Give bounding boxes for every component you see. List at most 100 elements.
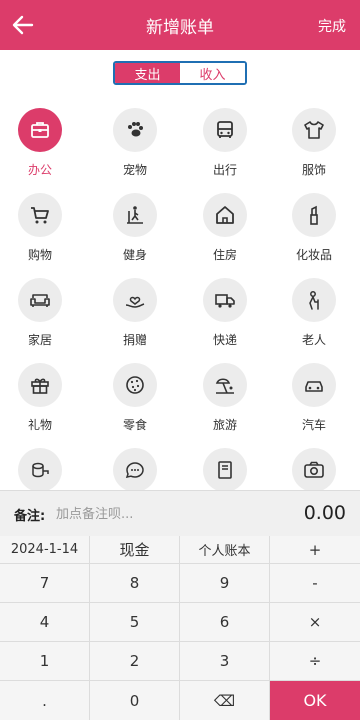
arrow-left-icon — [12, 15, 34, 35]
category-icon-wrap — [113, 448, 157, 490]
category-chat[interactable] — [95, 448, 175, 490]
page-title: 新增账单 — [146, 17, 214, 38]
lipstick-icon — [310, 205, 318, 225]
beach-icon — [215, 378, 234, 394]
bus-icon — [217, 121, 233, 138]
heart-hand-icon — [125, 296, 145, 308]
key-1[interactable]: 1 — [0, 642, 90, 681]
category-car[interactable]: 汽车 — [274, 363, 354, 433]
category-tape[interactable] — [0, 448, 80, 490]
category-tourism[interactable]: 旅游 — [185, 363, 265, 433]
key-9[interactable]: 9 — [180, 564, 270, 603]
category-snacks[interactable]: 零食 — [95, 363, 175, 433]
category-pet[interactable]: 宠物 — [95, 108, 175, 178]
category-housing[interactable]: 住房 — [185, 193, 265, 263]
account-key[interactable]: 现金 — [90, 536, 180, 564]
gift-icon — [31, 378, 49, 394]
dot-key[interactable]: . — [0, 681, 90, 720]
category-donation[interactable]: 捐赠 — [95, 278, 175, 348]
category-label: 零食 — [122, 418, 147, 432]
key-4[interactable]: 4 — [0, 603, 90, 642]
app-header: 新增账单 完成 — [0, 0, 360, 50]
category-icon-wrap — [292, 193, 336, 237]
treadmill-icon — [127, 206, 143, 224]
ok-button[interactable]: OK — [270, 681, 360, 720]
key-2[interactable]: 2 — [90, 642, 180, 681]
category-label: 健身 — [122, 248, 147, 262]
key-8[interactable]: 8 — [90, 564, 180, 603]
minus-key[interactable]: - — [270, 564, 360, 603]
category-office[interactable]: 办公 — [0, 108, 80, 178]
note-bar: 备注: 0.00 — [0, 490, 360, 536]
category-label: 旅游 — [212, 418, 237, 432]
category-icon-wrap — [203, 363, 247, 407]
category-icon-wrap — [292, 448, 336, 490]
ledger-key[interactable]: 个人账本 — [180, 536, 270, 564]
briefcase-icon — [31, 122, 49, 138]
cookie-icon — [126, 376, 144, 394]
key-3[interactable]: 3 — [180, 642, 270, 681]
multiply-key[interactable]: × — [270, 603, 360, 642]
category-fitness[interactable]: 健身 — [95, 193, 175, 263]
note-input[interactable] — [54, 501, 258, 527]
category-icon-wrap — [113, 193, 157, 237]
category-icon-wrap — [18, 448, 62, 490]
category-icon-wrap — [18, 108, 62, 152]
category-label: 出行 — [212, 163, 237, 177]
category-icon-wrap — [203, 108, 247, 152]
divide-key[interactable]: ÷ — [270, 642, 360, 681]
category-label: 快递 — [212, 333, 237, 347]
category-icon-wrap — [292, 108, 336, 152]
sofa-icon — [30, 294, 50, 307]
camera-icon — [304, 461, 324, 478]
elder-icon — [309, 291, 319, 310]
category-icon-wrap — [18, 363, 62, 407]
category-label: 住房 — [212, 248, 237, 262]
shirt-icon — [304, 121, 324, 139]
type-switch: 支出 收入 — [113, 61, 247, 85]
plus-key[interactable]: + — [270, 536, 360, 564]
category-label: 服饰 — [301, 163, 326, 177]
car-icon — [305, 381, 323, 392]
category-grid: 办公 宠物 出行 服饰 购物 健身 住房 化妆品 家居 捐赠 快递 老人 礼物 … — [0, 96, 360, 490]
category-book[interactable] — [185, 448, 265, 490]
cart-icon — [31, 207, 49, 224]
category-shopping[interactable]: 购物 — [0, 193, 80, 263]
tab-expense[interactable]: 支出 — [115, 63, 180, 83]
tab-income[interactable]: 收入 — [180, 63, 245, 83]
book-icon — [218, 461, 232, 479]
category-icon-wrap — [18, 193, 62, 237]
category-label: 办公 — [27, 163, 52, 177]
category-clothing[interactable]: 服饰 — [274, 108, 354, 178]
category-icon-wrap — [203, 278, 247, 322]
category-label: 礼物 — [27, 418, 52, 432]
category-icon-wrap — [18, 278, 62, 322]
category-icon-wrap — [113, 108, 157, 152]
category-cosmetics[interactable]: 化妆品 — [274, 193, 354, 263]
key-6[interactable]: 6 — [180, 603, 270, 642]
backspace-key[interactable]: ⌫ — [180, 681, 270, 720]
back-button[interactable] — [8, 10, 38, 40]
category-express[interactable]: 快递 — [185, 278, 265, 348]
category-home[interactable]: 家居 — [0, 278, 80, 348]
category-elderly[interactable]: 老人 — [274, 278, 354, 348]
category-icon-wrap — [203, 193, 247, 237]
key-5[interactable]: 5 — [90, 603, 180, 642]
date-key[interactable]: 2024-1-14 — [0, 536, 90, 564]
category-camera[interactable] — [274, 448, 354, 490]
category-label: 化妆品 — [295, 248, 332, 262]
done-button[interactable]: 完成 — [318, 16, 346, 36]
category-icon-wrap — [292, 363, 336, 407]
category-travel[interactable]: 出行 — [185, 108, 265, 178]
category-label: 家居 — [27, 333, 52, 347]
category-gift[interactable]: 礼物 — [0, 363, 80, 433]
category-label: 宠物 — [122, 163, 147, 177]
chat-icon — [125, 462, 144, 478]
category-label: 购物 — [27, 248, 52, 262]
house-icon — [216, 206, 234, 224]
category-icon-wrap — [113, 363, 157, 407]
key-7[interactable]: 7 — [0, 564, 90, 603]
category-label: 老人 — [301, 333, 326, 347]
key-0[interactable]: 0 — [90, 681, 180, 720]
category-icon-wrap — [113, 278, 157, 322]
